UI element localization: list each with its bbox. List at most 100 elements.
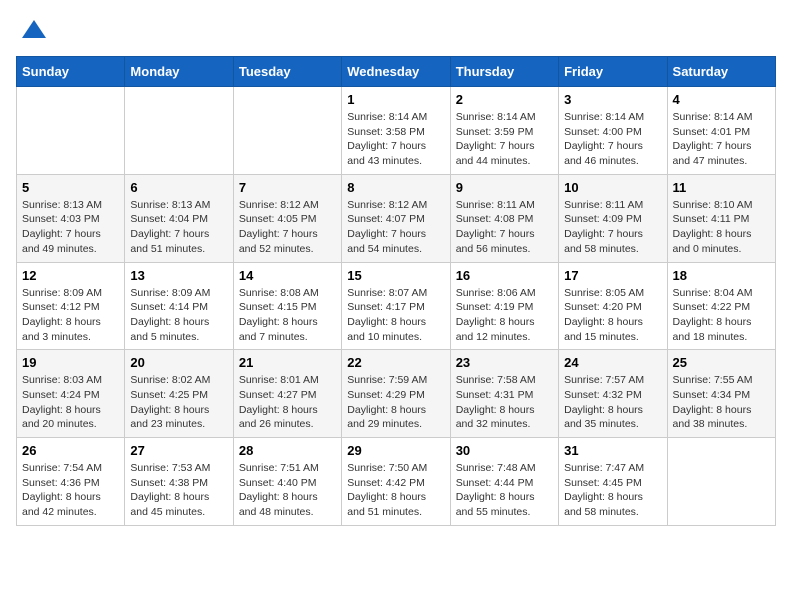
day-number: 15 (347, 268, 444, 283)
calendar-cell: 29 Sunrise: 7:50 AMSunset: 4:42 PMDayligh… (342, 438, 450, 526)
day-info: Sunrise: 8:05 AMSunset: 4:20 PMDaylight:… (564, 286, 661, 345)
day-number: 3 (564, 92, 661, 107)
calendar-header-row: SundayMondayTuesdayWednesdayThursdayFrid… (17, 57, 776, 87)
calendar-week-2: 5 Sunrise: 8:13 AMSunset: 4:03 PMDaylight… (17, 174, 776, 262)
day-info: Sunrise: 8:12 AMSunset: 4:07 PMDaylight:… (347, 198, 444, 257)
day-number: 5 (22, 180, 119, 195)
day-number: 4 (673, 92, 770, 107)
day-info: Sunrise: 7:55 AMSunset: 4:34 PMDaylight:… (673, 373, 770, 432)
day-info: Sunrise: 7:50 AMSunset: 4:42 PMDaylight:… (347, 461, 444, 520)
calendar-week-3: 12Sunrise: 8:09 AMSunset: 4:12 PMDayligh… (17, 262, 776, 350)
col-header-monday: Monday (125, 57, 233, 87)
day-info: Sunrise: 7:48 AMSunset: 4:44 PMDaylight:… (456, 461, 553, 520)
day-number: 28 (239, 443, 336, 458)
day-info: Sunrise: 8:14 AMSunset: 4:00 PMDaylight:… (564, 110, 661, 169)
calendar-week-5: 26 Sunrise: 7:54 AMSunset: 4:36 PMDayligh… (17, 438, 776, 526)
day-info: Sunrise: 8:11 AMSunset: 4:08 PMDaylight:… (456, 198, 553, 257)
day-info: Sunrise: 7:47 AMSunset: 4:45 PMDaylight:… (564, 461, 661, 520)
day-number: 22 (347, 355, 444, 370)
day-info: Sunrise: 8:08 AMSunset: 4:15 PMDaylight:… (239, 286, 336, 345)
day-info: Sunrise: 8:01 AMSunset: 4:27 PMDaylight:… (239, 373, 336, 432)
calendar-cell: 12Sunrise: 8:09 AMSunset: 4:12 PMDayligh… (17, 262, 125, 350)
calendar-cell: 28 Sunrise: 7:51 AMSunset: 4:40 PMDayligh… (233, 438, 341, 526)
day-number: 1 (347, 92, 444, 107)
day-number: 29 (347, 443, 444, 458)
day-info: Sunrise: 7:53 AMSunset: 4:38 PMDaylight:… (130, 461, 227, 520)
calendar-cell (667, 438, 775, 526)
day-number: 24 (564, 355, 661, 370)
calendar-cell: 2Sunrise: 8:14 AMSunset: 3:59 PMDaylight… (450, 87, 558, 175)
calendar-cell: 16 Sunrise: 8:06 AMSunset: 4:19 PMDayligh… (450, 262, 558, 350)
calendar-table: SundayMondayTuesdayWednesdayThursdayFrid… (16, 56, 776, 526)
day-number: 21 (239, 355, 336, 370)
calendar-cell: 8 Sunrise: 8:12 AMSunset: 4:07 PMDaylight… (342, 174, 450, 262)
day-info: Sunrise: 8:14 AMSunset: 3:58 PMDaylight:… (347, 110, 444, 169)
day-info: Sunrise: 8:07 AMSunset: 4:17 PMDaylight:… (347, 286, 444, 345)
day-number: 26 (22, 443, 119, 458)
day-info: Sunrise: 8:12 AMSunset: 4:05 PMDaylight:… (239, 198, 336, 257)
calendar-cell: 27 Sunrise: 7:53 AMSunset: 4:38 PMDayligh… (125, 438, 233, 526)
day-number: 9 (456, 180, 553, 195)
col-header-friday: Friday (559, 57, 667, 87)
calendar-cell: 11Sunrise: 8:10 AMSunset: 4:11 PMDayligh… (667, 174, 775, 262)
col-header-saturday: Saturday (667, 57, 775, 87)
calendar-cell: 26 Sunrise: 7:54 AMSunset: 4:36 PMDayligh… (17, 438, 125, 526)
day-info: Sunrise: 8:06 AMSunset: 4:19 PMDaylight:… (456, 286, 553, 345)
calendar-cell: 21 Sunrise: 8:01 AMSunset: 4:27 PMDayligh… (233, 350, 341, 438)
col-header-sunday: Sunday (17, 57, 125, 87)
day-info: Sunrise: 8:03 AMSunset: 4:24 PMDaylight:… (22, 373, 119, 432)
calendar-cell: 22 Sunrise: 7:59 AMSunset: 4:29 PMDayligh… (342, 350, 450, 438)
calendar-cell: 24Sunrise: 7:57 AMSunset: 4:32 PMDayligh… (559, 350, 667, 438)
day-info: Sunrise: 8:14 AMSunset: 3:59 PMDaylight:… (456, 110, 553, 169)
calendar-cell (125, 87, 233, 175)
calendar-cell: 31Sunrise: 7:47 AMSunset: 4:45 PMDayligh… (559, 438, 667, 526)
calendar-cell: 7 Sunrise: 8:12 AMSunset: 4:05 PMDaylight… (233, 174, 341, 262)
day-number: 16 (456, 268, 553, 283)
day-info: Sunrise: 8:09 AMSunset: 4:14 PMDaylight:… (130, 286, 227, 345)
day-number: 8 (347, 180, 444, 195)
day-number: 19 (22, 355, 119, 370)
col-header-tuesday: Tuesday (233, 57, 341, 87)
day-number: 6 (130, 180, 227, 195)
calendar-cell: 25 Sunrise: 7:55 AMSunset: 4:34 PMDayligh… (667, 350, 775, 438)
logo-icon (20, 16, 48, 44)
day-number: 25 (673, 355, 770, 370)
day-info: Sunrise: 7:59 AMSunset: 4:29 PMDaylight:… (347, 373, 444, 432)
day-number: 10 (564, 180, 661, 195)
calendar-cell: 6Sunrise: 8:13 AMSunset: 4:04 PMDaylight… (125, 174, 233, 262)
day-number: 14 (239, 268, 336, 283)
day-info: Sunrise: 8:02 AMSunset: 4:25 PMDaylight:… (130, 373, 227, 432)
day-number: 7 (239, 180, 336, 195)
day-info: Sunrise: 7:51 AMSunset: 4:40 PMDaylight:… (239, 461, 336, 520)
calendar-cell: 15 Sunrise: 8:07 AMSunset: 4:17 PMDayligh… (342, 262, 450, 350)
day-number: 13 (130, 268, 227, 283)
calendar-cell: 9 Sunrise: 8:11 AMSunset: 4:08 PMDaylight… (450, 174, 558, 262)
calendar-cell: 1 Sunrise: 8:14 AMSunset: 3:58 PMDaylight… (342, 87, 450, 175)
day-info: Sunrise: 8:04 AMSunset: 4:22 PMDaylight:… (673, 286, 770, 345)
col-header-wednesday: Wednesday (342, 57, 450, 87)
calendar-cell: 3 Sunrise: 8:14 AMSunset: 4:00 PMDaylight… (559, 87, 667, 175)
day-info: Sunrise: 8:13 AMSunset: 4:03 PMDaylight:… (22, 198, 119, 257)
page-header (16, 16, 776, 44)
day-number: 27 (130, 443, 227, 458)
calendar-week-4: 19 Sunrise: 8:03 AMSunset: 4:24 PMDayligh… (17, 350, 776, 438)
calendar-cell: 23 Sunrise: 7:58 AMSunset: 4:31 PMDayligh… (450, 350, 558, 438)
calendar-cell: 20Sunrise: 8:02 AMSunset: 4:25 PMDayligh… (125, 350, 233, 438)
day-number: 23 (456, 355, 553, 370)
calendar-cell: 17 Sunrise: 8:05 AMSunset: 4:20 PMDayligh… (559, 262, 667, 350)
calendar-cell (17, 87, 125, 175)
day-info: Sunrise: 7:58 AMSunset: 4:31 PMDaylight:… (456, 373, 553, 432)
calendar-week-1: 1 Sunrise: 8:14 AMSunset: 3:58 PMDaylight… (17, 87, 776, 175)
day-info: Sunrise: 8:09 AMSunset: 4:12 PMDaylight:… (22, 286, 119, 345)
day-number: 11 (673, 180, 770, 195)
calendar-cell: 4Sunrise: 8:14 AMSunset: 4:01 PMDaylight… (667, 87, 775, 175)
calendar-cell (233, 87, 341, 175)
calendar-cell: 5 Sunrise: 8:13 AMSunset: 4:03 PMDaylight… (17, 174, 125, 262)
col-header-thursday: Thursday (450, 57, 558, 87)
day-info: Sunrise: 8:11 AMSunset: 4:09 PMDaylight:… (564, 198, 661, 257)
day-number: 17 (564, 268, 661, 283)
day-info: Sunrise: 7:54 AMSunset: 4:36 PMDaylight:… (22, 461, 119, 520)
calendar-cell: 19 Sunrise: 8:03 AMSunset: 4:24 PMDayligh… (17, 350, 125, 438)
day-number: 18 (673, 268, 770, 283)
calendar-cell: 14 Sunrise: 8:08 AMSunset: 4:15 PMDayligh… (233, 262, 341, 350)
